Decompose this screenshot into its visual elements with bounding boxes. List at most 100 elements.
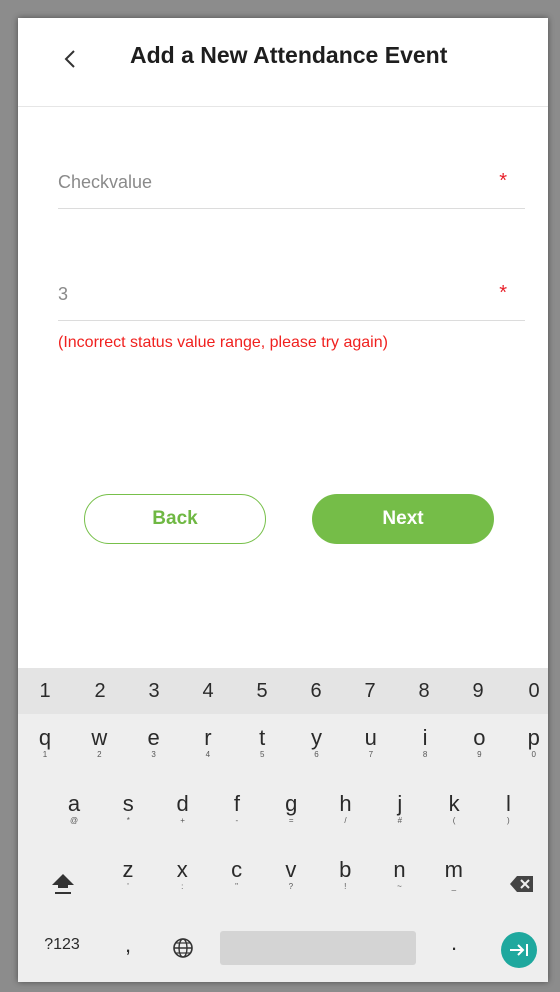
key-letter[interactable]: l) xyxy=(493,791,523,826)
back-button[interactable]: Back xyxy=(84,494,266,544)
key-letter[interactable]: g = xyxy=(276,791,306,826)
key-letter[interactable]: t5 xyxy=(247,725,277,760)
page-title: Add a New Attendance Event xyxy=(130,42,448,68)
key-alt-char: 8 xyxy=(422,750,428,759)
required-marker: * xyxy=(499,170,507,192)
key-letter[interactable]: q1 xyxy=(30,725,60,760)
key-alt-char: ' xyxy=(127,882,129,891)
key-number[interactable]: 7 xyxy=(355,680,385,703)
key-letter[interactable]: v? xyxy=(276,857,306,892)
key-letter[interactable]: y6 xyxy=(302,725,332,760)
key-alt-char: 3 xyxy=(151,750,156,759)
key-main-char: o xyxy=(473,725,486,750)
key-alt-char: 9 xyxy=(477,750,482,759)
key-alt-char: / xyxy=(344,816,347,825)
app-screen: Add a New Attendance Event Checkvalue * … xyxy=(18,18,548,982)
key-alt-char: # xyxy=(397,816,403,825)
key-letter[interactable]: j # xyxy=(385,791,415,826)
key-main-char: k xyxy=(448,791,460,816)
key-number[interactable]: 1 xyxy=(30,680,60,703)
checkvalue-field[interactable]: Checkvalue * xyxy=(58,166,525,209)
key-main-char: m xyxy=(444,857,463,882)
key-alt-char: 5 xyxy=(259,750,265,759)
key-main-char: s xyxy=(122,791,134,816)
enter-key[interactable] xyxy=(501,932,537,968)
key-letter[interactable]: a @ xyxy=(59,792,89,826)
key-number[interactable]: 0 xyxy=(519,680,548,703)
key-main-char: y xyxy=(311,725,322,750)
key-letter[interactable]: d + xyxy=(168,792,198,826)
key-main-char: b xyxy=(339,857,352,882)
key-main-char: x xyxy=(176,857,188,882)
key-letter[interactable]: s * xyxy=(113,791,143,826)
spacebar-key[interactable] xyxy=(220,931,416,965)
status-value-field[interactable]: 3 * xyxy=(58,278,525,321)
key-letter[interactable]: c " xyxy=(222,858,252,892)
key-alt-char: " xyxy=(235,882,239,891)
key-letter[interactable]: x: xyxy=(167,857,197,892)
key-main-char: j xyxy=(397,791,403,816)
key-alt-char: @ xyxy=(69,816,79,825)
key-number[interactable]: 6 xyxy=(301,680,331,703)
key-main-char: g xyxy=(285,791,298,816)
key-alt-char: 0 xyxy=(531,750,536,759)
key-letter[interactable]: r4 xyxy=(193,726,223,760)
key-alt-char: * xyxy=(126,816,130,825)
chevron-left-icon[interactable] xyxy=(62,44,78,74)
key-main-char: q xyxy=(38,725,52,750)
shift-icon[interactable] xyxy=(49,871,77,895)
key-alt-char: 1 xyxy=(42,750,48,759)
key-alt-char: + xyxy=(180,816,185,825)
key-alt-char: _ xyxy=(451,882,457,891)
key-number[interactable]: 4 xyxy=(193,680,223,703)
enter-icon xyxy=(510,944,528,956)
globe-icon[interactable] xyxy=(172,937,194,959)
key-letter[interactable]: n ~ xyxy=(385,857,415,892)
key-main-char: f xyxy=(233,791,240,816)
key-number[interactable]: 8 xyxy=(409,680,439,703)
key-alt-char: ! xyxy=(344,882,347,891)
key-main-char: n xyxy=(393,857,406,882)
key-alt-char: 4 xyxy=(205,750,211,759)
key-letter[interactable]: p0 xyxy=(519,726,548,760)
period-key[interactable]: . xyxy=(448,930,460,956)
key-letter[interactable]: h / xyxy=(331,791,361,826)
key-main-char: u xyxy=(364,725,377,750)
key-letter[interactable]: z ' xyxy=(113,858,143,892)
key-main-char: i xyxy=(422,725,428,750)
key-alt-char: = xyxy=(288,816,294,825)
key-alt-char: - xyxy=(235,816,239,825)
keyboard-number-row: 1 2 3 4 5 6 7 8 9 0 xyxy=(18,668,548,714)
key-main-char: v xyxy=(285,857,297,882)
comma-key[interactable]: , xyxy=(122,932,134,958)
key-letter[interactable]: u7 xyxy=(356,725,386,760)
key-letter[interactable]: b! xyxy=(330,857,360,892)
next-button[interactable]: Next xyxy=(312,494,494,544)
key-main-char: t xyxy=(259,725,266,750)
key-main-char: w xyxy=(91,725,108,750)
key-letter[interactable]: m _ xyxy=(439,857,469,892)
key-letter[interactable]: o9 xyxy=(464,725,494,760)
key-letter[interactable]: f- xyxy=(222,791,252,826)
key-main-char: e xyxy=(147,725,160,750)
key-main-char: l xyxy=(505,791,511,816)
key-letter[interactable]: e3 xyxy=(139,725,169,760)
key-main-char: h xyxy=(339,791,352,816)
key-letter[interactable]: w2 xyxy=(84,725,114,760)
key-alt-char: 7 xyxy=(368,750,374,759)
status-value-text: 3 xyxy=(58,284,69,304)
backspace-icon[interactable] xyxy=(508,874,536,894)
key-alt-char: ) xyxy=(507,816,510,825)
symbols-key[interactable]: ?123 xyxy=(40,936,84,954)
key-alt-char: : xyxy=(181,882,184,891)
key-alt-char: 6 xyxy=(314,750,319,759)
key-number[interactable]: 3 xyxy=(139,680,169,703)
key-letter[interactable]: k( xyxy=(439,791,469,826)
key-number[interactable]: 9 xyxy=(463,680,493,703)
error-message: (Incorrect status value range, please tr… xyxy=(58,334,388,351)
key-number[interactable]: 2 xyxy=(85,680,115,703)
checkvalue-placeholder: Checkvalue xyxy=(58,172,153,192)
key-letter[interactable]: i8 xyxy=(410,725,440,760)
key-alt-char: ~ xyxy=(397,882,402,891)
key-number[interactable]: 5 xyxy=(247,680,277,703)
